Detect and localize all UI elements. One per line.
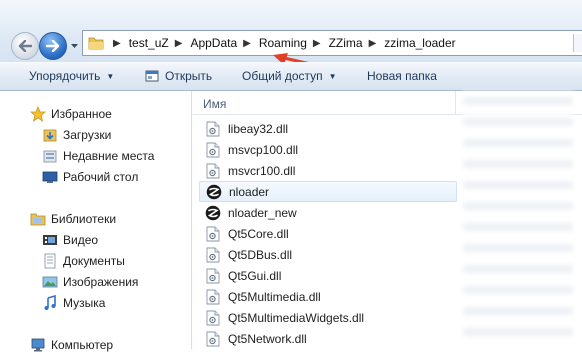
nav-favorites[interactable]: Избранное bbox=[30, 104, 112, 124]
address-dropdown-button[interactable] bbox=[573, 34, 582, 52]
documents-library-icon bbox=[42, 253, 58, 269]
arrow-left-icon bbox=[18, 40, 32, 52]
nav-item-music[interactable]: Музыка bbox=[42, 293, 105, 313]
nav-item-label: Видео bbox=[63, 233, 99, 247]
dll-file-icon bbox=[205, 226, 221, 242]
dll-file-icon bbox=[205, 268, 221, 284]
dll-file-icon bbox=[205, 331, 221, 347]
breadcrumb-item[interactable]: Roaming bbox=[259, 36, 307, 50]
arrow-right-icon bbox=[46, 40, 60, 52]
file-row[interactable]: Qt5MultimediaWidgets.dll bbox=[199, 307, 457, 328]
chevron-down-icon: ▼ bbox=[106, 71, 115, 81]
breadcrumb-separator[interactable]: ▶ bbox=[243, 38, 251, 49]
file-name: Qt5Core.dll bbox=[228, 226, 289, 241]
chevron-down-icon: ▼ bbox=[328, 71, 337, 81]
nav-item-label: Загрузки bbox=[63, 128, 112, 142]
back-button[interactable] bbox=[11, 32, 39, 60]
file-row[interactable]: msvcr100.dll bbox=[199, 160, 457, 181]
nav-item-label: Рабочий стол bbox=[63, 170, 139, 184]
nav-item-recent-places[interactable]: Недавние места bbox=[42, 146, 154, 166]
file-row[interactable]: msvcp100.dll bbox=[199, 139, 457, 160]
dll-file-icon bbox=[205, 163, 221, 179]
breadcrumb-separator[interactable]: ▶ bbox=[313, 38, 321, 49]
column-divider[interactable] bbox=[455, 91, 456, 115]
file-name: Qt5Network.dll bbox=[228, 331, 307, 346]
nav-item-video[interactable]: Видео bbox=[42, 230, 98, 250]
zzima-app-icon bbox=[206, 184, 222, 200]
breadcrumb-item[interactable]: zzima_loader bbox=[384, 36, 455, 50]
nav-item-label: Документы bbox=[63, 254, 125, 268]
downloads-folder-icon bbox=[42, 127, 58, 143]
music-library-icon bbox=[42, 295, 58, 311]
file-row[interactable]: Qt5Network.dll bbox=[199, 328, 457, 349]
share-label: Общий доступ bbox=[242, 69, 323, 83]
new-folder-button[interactable]: Новая папка bbox=[367, 62, 437, 90]
organize-button[interactable]: Упорядочить ▼ bbox=[29, 62, 114, 90]
navigation-pane: Избранное Загрузки Недавние места Рабочи… bbox=[0, 91, 192, 352]
file-row[interactable]: Qt5Multimedia.dll bbox=[199, 286, 457, 307]
blurred-details-column bbox=[463, 91, 573, 349]
new-folder-label: Новая папка bbox=[367, 69, 437, 83]
breadcrumb-separator[interactable]: ▶ bbox=[369, 38, 377, 49]
nav-computer[interactable]: Компьютер bbox=[30, 335, 113, 355]
recent-places-icon bbox=[42, 148, 58, 164]
file-row[interactable]: libeay32.dll bbox=[199, 118, 457, 139]
file-name: msvcp100.dll bbox=[228, 142, 299, 157]
nav-item-pictures[interactable]: Изображения bbox=[42, 272, 138, 292]
file-name: Qt5MultimediaWidgets.dll bbox=[228, 310, 365, 325]
forward-button[interactable] bbox=[39, 32, 67, 60]
breadcrumb-item[interactable]: test_uZ bbox=[129, 36, 169, 50]
breadcrumb-item[interactable]: AppData bbox=[190, 36, 237, 50]
nav-item-downloads[interactable]: Загрузки bbox=[42, 125, 111, 145]
organize-label: Упорядочить bbox=[29, 69, 101, 83]
breadcrumb-separator[interactable]: ▶ bbox=[113, 38, 121, 49]
file-name: nloader_new bbox=[228, 205, 297, 220]
folder-icon bbox=[88, 36, 104, 50]
nav-libraries-label: Библиотеки bbox=[51, 212, 117, 226]
breadcrumb-item[interactable]: ZZima bbox=[329, 36, 363, 50]
star-icon bbox=[30, 106, 46, 122]
nav-item-label: Музыка bbox=[63, 296, 106, 310]
file-name: msvcr100.dll bbox=[228, 163, 296, 178]
desktop-icon bbox=[42, 169, 58, 185]
share-button[interactable]: Общий доступ ▼ bbox=[242, 62, 337, 90]
dll-file-icon bbox=[205, 289, 221, 305]
file-name: nloader bbox=[229, 184, 270, 199]
zzima-app-icon bbox=[205, 205, 221, 221]
open-window-icon bbox=[145, 69, 159, 83]
nav-item-label: Изображения bbox=[63, 275, 139, 289]
dll-file-icon bbox=[205, 247, 221, 263]
recent-pages-dropdown[interactable] bbox=[69, 41, 79, 51]
pictures-library-icon bbox=[42, 274, 58, 290]
nav-item-label: Недавние места bbox=[63, 149, 155, 163]
file-row[interactable]: nloader bbox=[199, 181, 457, 202]
file-name: Qt5DBus.dll bbox=[228, 247, 293, 262]
file-row[interactable]: nloader_new bbox=[199, 202, 457, 223]
breadcrumb-separator[interactable]: ▶ bbox=[175, 38, 183, 49]
open-label: Открыть bbox=[165, 69, 213, 83]
file-name: Qt5Gui.dll bbox=[228, 268, 282, 283]
dll-file-icon bbox=[205, 142, 221, 158]
open-button[interactable]: Открыть bbox=[145, 62, 212, 90]
dll-file-icon bbox=[205, 121, 221, 137]
video-library-icon bbox=[42, 232, 58, 248]
nav-favorites-label: Избранное bbox=[51, 107, 112, 121]
dll-file-icon bbox=[205, 310, 221, 326]
file-name: libeay32.dll bbox=[228, 121, 289, 136]
file-name: Qt5Multimedia.dll bbox=[228, 289, 321, 304]
file-list: Имя libeay32.dll msvcp100.dll msvcr100.dll… bbox=[193, 91, 582, 349]
nav-item-desktop[interactable]: Рабочий стол bbox=[42, 167, 138, 187]
file-row[interactable]: Qt5Core.dll bbox=[199, 223, 457, 244]
file-row[interactable]: Qt5Gui.dll bbox=[199, 265, 457, 286]
nav-item-documents[interactable]: Документы bbox=[42, 251, 125, 271]
chevron-down-icon bbox=[70, 44, 78, 48]
libraries-icon bbox=[30, 211, 46, 227]
nav-libraries[interactable]: Библиотеки bbox=[30, 209, 116, 229]
file-row[interactable]: Qt5DBus.dll bbox=[199, 244, 457, 265]
column-header-name[interactable]: Имя bbox=[203, 97, 226, 111]
command-bar: Упорядочить ▼ Открыть Общий доступ ▼ Нов… bbox=[0, 62, 582, 91]
nav-computer-label: Компьютер bbox=[51, 338, 114, 352]
computer-icon bbox=[30, 337, 46, 353]
